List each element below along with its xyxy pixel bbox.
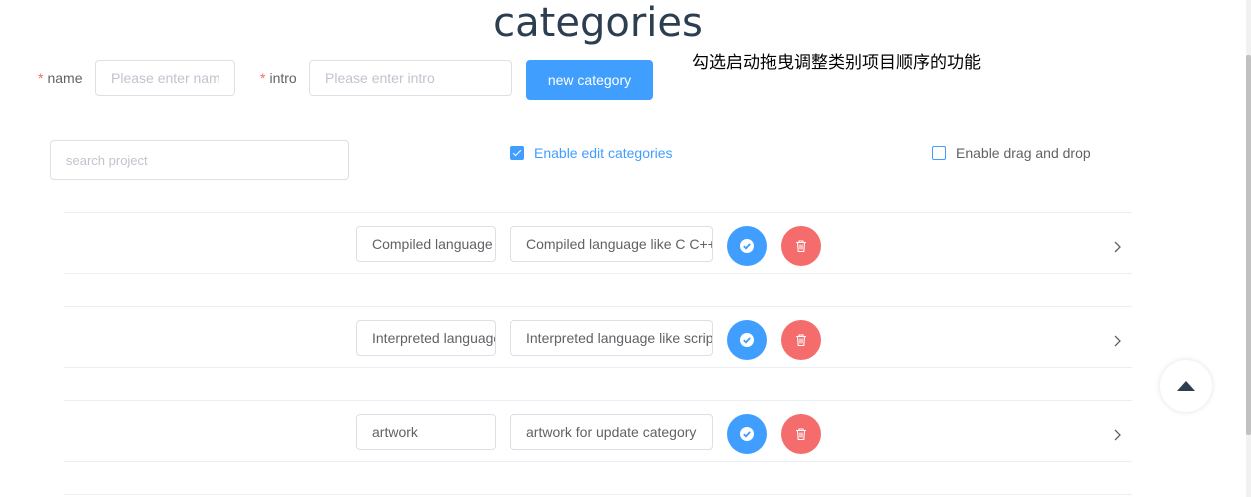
category-name-input[interactable]: Interpreted language (356, 320, 496, 356)
check-circle-icon (740, 333, 754, 347)
row-divider (64, 306, 1132, 307)
edit-categories-toggle[interactable]: Enable edit categories (510, 144, 673, 162)
row-divider (64, 461, 1132, 462)
category-name-input[interactable]: Compiled language (356, 226, 496, 262)
confirm-button[interactable] (727, 320, 767, 360)
name-input[interactable] (95, 60, 235, 96)
chevron-right-icon (1114, 335, 1121, 347)
required-mark: * (38, 70, 44, 86)
expand-row-button[interactable] (1112, 238, 1122, 259)
expand-row-button[interactable] (1112, 332, 1122, 353)
name-label-text: name (47, 70, 83, 86)
page-title: categories (493, 0, 703, 46)
row-divider (64, 273, 1132, 274)
checkbox-checked-icon[interactable] (510, 146, 524, 160)
chevron-right-icon (1114, 241, 1121, 253)
trash-icon (796, 334, 806, 347)
confirm-button[interactable] (727, 226, 767, 266)
check-circle-icon (740, 427, 754, 441)
row-divider (64, 212, 1132, 213)
row-divider (64, 367, 1132, 368)
row-divider (64, 400, 1132, 401)
back-to-top-button[interactable] (1160, 360, 1212, 412)
category-intro-input[interactable]: artwork for update category (510, 414, 713, 450)
drag-hint-text: 勾选启动拖曳调整类别项目顺序的功能 (692, 53, 981, 73)
intro-label-text: intro (269, 70, 297, 86)
category-intro-input[interactable]: Compiled language like C C++ (510, 226, 713, 262)
delete-button[interactable] (781, 414, 821, 454)
name-label: * name (38, 60, 82, 96)
search-input[interactable] (50, 140, 349, 180)
chevron-right-icon (1114, 429, 1121, 441)
checkbox-unchecked-icon[interactable] (932, 146, 946, 160)
check-circle-icon (740, 239, 754, 253)
delete-button[interactable] (781, 320, 821, 360)
new-category-button[interactable]: new category (526, 60, 653, 100)
edit-categories-label: Enable edit categories (534, 145, 673, 161)
expand-row-button[interactable] (1112, 426, 1122, 447)
intro-input[interactable] (309, 60, 512, 96)
required-mark: * (260, 70, 266, 86)
drag-drop-toggle[interactable]: Enable drag and drop (932, 144, 1091, 162)
category-intro-input[interactable]: Interpreted language like script (510, 320, 713, 356)
trash-icon (796, 428, 806, 441)
confirm-button[interactable] (727, 414, 767, 454)
caret-up-icon (1177, 381, 1195, 391)
trash-icon (796, 240, 806, 253)
drag-drop-label: Enable drag and drop (956, 145, 1091, 161)
row-divider (64, 494, 1132, 495)
intro-label: * intro (260, 60, 297, 96)
scrollbar-thumb[interactable] (1246, 55, 1251, 435)
delete-button[interactable] (781, 226, 821, 266)
category-name-input[interactable]: artwork (356, 414, 496, 450)
